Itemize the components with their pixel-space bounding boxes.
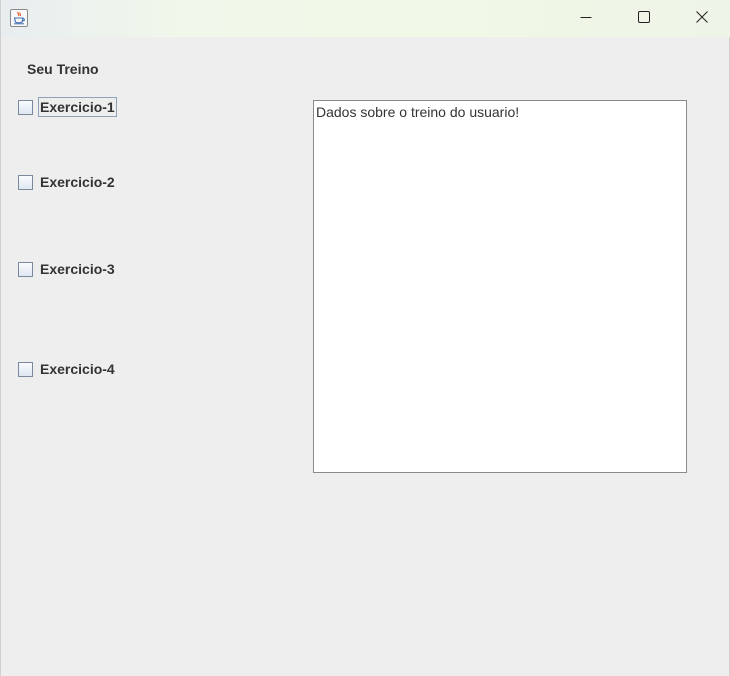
- checkbox-box[interactable]: [18, 361, 33, 377]
- close-icon: [696, 10, 708, 28]
- java-coffee-cup-icon[interactable]: [10, 9, 28, 27]
- app-window: Seu Treino Exercicio-1 Exercicio-2 Exerc…: [0, 0, 730, 676]
- exercise-2-label[interactable]: Exercicio-2: [38, 172, 117, 192]
- title-bar[interactable]: [1, 0, 730, 37]
- maximize-button[interactable]: [615, 0, 673, 37]
- page-title: Seu Treino: [27, 61, 99, 77]
- training-info-text: Dados sobre o treino do usuario!: [316, 104, 520, 120]
- checkbox-box[interactable]: [18, 99, 33, 115]
- minimize-icon: [580, 10, 592, 28]
- checkbox-box[interactable]: [18, 174, 33, 190]
- minimize-button[interactable]: [557, 0, 615, 37]
- exercise-3-label[interactable]: Exercicio-3: [38, 259, 117, 279]
- checkbox-box[interactable]: [18, 261, 33, 277]
- training-info-textarea[interactable]: Dados sobre o treino do usuario!: [313, 100, 687, 473]
- exercise-4-label[interactable]: Exercicio-4: [38, 359, 117, 379]
- exercise-3-checkbox[interactable]: Exercicio-3: [18, 259, 117, 279]
- exercise-2-checkbox[interactable]: Exercicio-2: [18, 172, 117, 192]
- maximize-icon: [638, 10, 650, 28]
- exercise-4-checkbox[interactable]: Exercicio-4: [18, 359, 117, 379]
- exercise-1-label[interactable]: Exercicio-1: [38, 97, 117, 117]
- exercise-1-checkbox[interactable]: Exercicio-1: [18, 97, 117, 117]
- close-button[interactable]: [673, 0, 730, 37]
